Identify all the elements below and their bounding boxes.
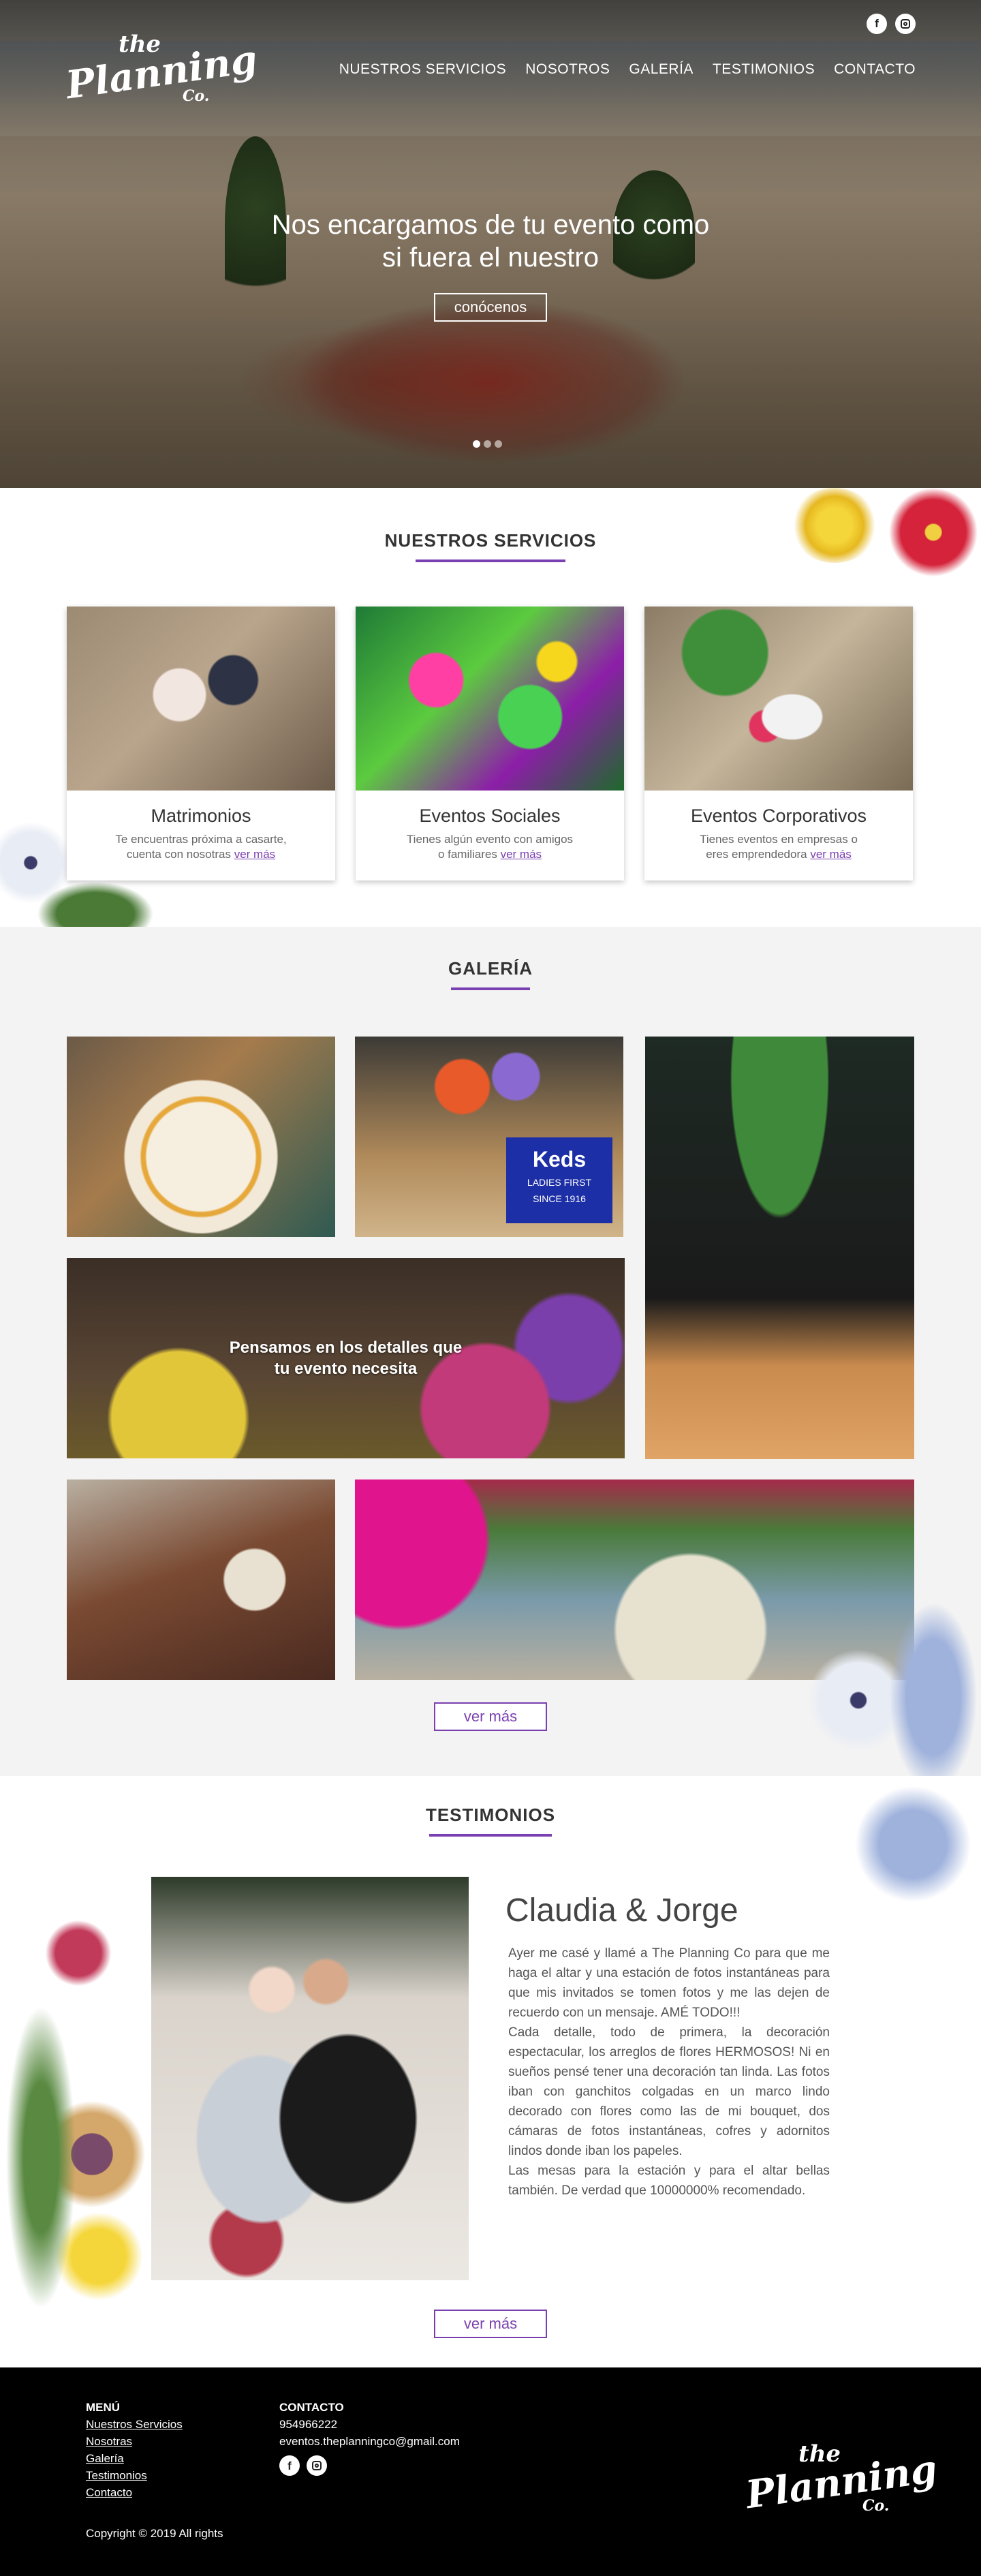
flower-decoration bbox=[790, 488, 879, 563]
footer-link-servicios[interactable]: Nuestros Servicios bbox=[86, 2416, 183, 2433]
cookies-photo bbox=[356, 607, 624, 791]
testimonials-title: TESTIMONIOS bbox=[425, 1805, 556, 1825]
footer-social: f bbox=[279, 2455, 460, 2476]
facebook-icon[interactable]: f bbox=[279, 2455, 300, 2476]
services-section: NUESTROS SERVICIOS Matrimonios Te encuen… bbox=[0, 488, 981, 951]
instagram-icon[interactable] bbox=[307, 2455, 327, 2476]
carousel-dot[interactable] bbox=[473, 440, 480, 448]
conocenos-button[interactable]: conócenos bbox=[434, 293, 547, 322]
title-underline bbox=[416, 559, 565, 562]
instagram-icon[interactable] bbox=[895, 14, 916, 34]
service-card-matrimonios[interactable]: Matrimonios Te encuentras próxima a casa… bbox=[67, 607, 335, 880]
card-title: Eventos Corporativos bbox=[690, 806, 867, 826]
testimonial-text: Ayer me casé y llamé a The Planning Co p… bbox=[508, 1946, 830, 2198]
footer-contact: CONTACTO 954966222 eventos.theplanningco… bbox=[279, 2399, 460, 2476]
ver-mas-link[interactable]: ver más bbox=[501, 848, 542, 861]
card-title: Matrimonios bbox=[151, 806, 251, 826]
hero-title: Nos encargamos de tu evento como si fuer… bbox=[271, 210, 710, 273]
flower-decoration bbox=[886, 1595, 981, 1799]
carousel-dot[interactable] bbox=[495, 440, 502, 448]
card-description: Tienes algún evento con amigos o familia… bbox=[406, 833, 574, 861]
flower-decoration bbox=[845, 1776, 981, 1912]
service-card-eventos-sociales[interactable]: Eventos Sociales Tienes algún evento con… bbox=[356, 607, 624, 880]
nav-item-testimonios[interactable]: TESTIMONIOS bbox=[713, 61, 815, 78]
social-links: f bbox=[867, 14, 916, 34]
gallery-section: GALERÍA Keds LADIES FIRST SINCE 1916 Pen… bbox=[0, 927, 981, 1799]
footer-email[interactable]: eventos.theplanningco@gmail.com bbox=[279, 2433, 460, 2450]
footer-link-galeria[interactable]: Galería bbox=[86, 2450, 183, 2467]
ver-mas-link[interactable]: ver más bbox=[234, 848, 275, 861]
card-description: Tienes eventos en empresas o eres empren… bbox=[700, 833, 858, 861]
gallery-ver-mas-button[interactable]: ver más bbox=[434, 1702, 547, 1731]
gallery-caption: Pensamos en los detalles que tu evento n… bbox=[229, 1338, 463, 1378]
gallery-image[interactable] bbox=[355, 1479, 914, 1680]
shoes-photo bbox=[644, 607, 913, 791]
site-logo[interactable]: the Planning Co. bbox=[63, 33, 260, 114]
leaf-decoration bbox=[0, 1980, 82, 2335]
carousel-dot[interactable] bbox=[484, 440, 491, 448]
gallery-image[interactable] bbox=[67, 1037, 335, 1237]
flower-decoration bbox=[886, 488, 981, 577]
title-underline bbox=[429, 1834, 552, 1837]
testimonials-ver-mas-button[interactable]: ver más bbox=[434, 2310, 547, 2338]
couple-photo bbox=[151, 1877, 469, 2280]
hero-section: the Planning Co. f NUESTROS SERVICIOS NO… bbox=[0, 0, 981, 488]
copyright: Copyright © 2019 All rights bbox=[86, 2527, 223, 2540]
gallery-image[interactable] bbox=[645, 1037, 914, 1459]
gallery-title: GALERÍA bbox=[448, 958, 533, 979]
footer-link-testimonios[interactable]: Testimonios bbox=[86, 2467, 183, 2484]
testimonials-section: TESTIMONIOS Claudia & Jorge Ayer me casé… bbox=[0, 1776, 981, 2367]
service-cards: Matrimonios Te encuentras próxima a casa… bbox=[67, 607, 913, 880]
flower-decoration bbox=[41, 1919, 116, 1987]
footer-menu: MENÚ Nuestros Servicios Nosotras Galería… bbox=[86, 2399, 183, 2501]
footer-phone: 954966222 bbox=[279, 2418, 338, 2431]
main-nav: NUESTROS SERVICIOS NOSOTROS GALERÍA TEST… bbox=[339, 61, 916, 78]
gallery-image[interactable] bbox=[67, 1479, 335, 1680]
footer-logo[interactable]: the Planning Co. bbox=[743, 2442, 940, 2524]
card-title: Eventos Sociales bbox=[419, 806, 561, 826]
wedding-photo bbox=[67, 607, 335, 791]
nav-item-contacto[interactable]: CONTACTO bbox=[834, 61, 916, 78]
ver-mas-link[interactable]: ver más bbox=[810, 848, 851, 861]
facebook-icon[interactable]: f bbox=[867, 14, 887, 34]
service-card-eventos-corporativos[interactable]: Eventos Corporativos Tienes eventos en e… bbox=[644, 607, 913, 880]
testimonial-name: Claudia & Jorge bbox=[505, 1892, 738, 1929]
site-footer: MENÚ Nuestros Servicios Nosotras Galería… bbox=[0, 2367, 981, 2576]
gallery-image[interactable]: Keds LADIES FIRST SINCE 1916 bbox=[355, 1037, 623, 1237]
nav-item-galeria[interactable]: GALERÍA bbox=[629, 61, 694, 78]
nav-item-servicios[interactable]: NUESTROS SERVICIOS bbox=[339, 61, 507, 78]
gallery-image[interactable]: Pensamos en los detalles que tu evento n… bbox=[67, 1258, 625, 1458]
card-description: Te encuentras próxima a casarte, cuenta … bbox=[115, 833, 287, 861]
title-underline bbox=[451, 987, 530, 990]
carousel-dots bbox=[473, 440, 502, 448]
nav-item-nosotros[interactable]: NOSOTROS bbox=[525, 61, 610, 78]
keds-sign: Keds LADIES FIRST SINCE 1916 bbox=[506, 1137, 612, 1223]
footer-link-contacto[interactable]: Contacto bbox=[86, 2484, 183, 2501]
footer-link-nosotras[interactable]: Nosotras bbox=[86, 2433, 183, 2450]
